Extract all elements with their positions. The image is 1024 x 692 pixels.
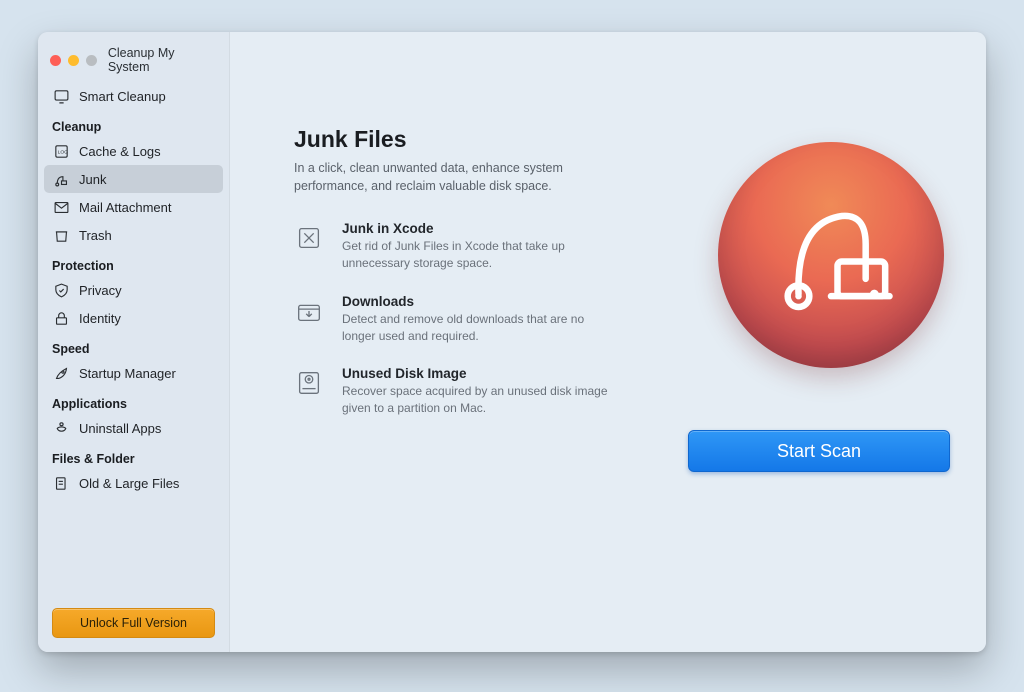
shield-icon: [52, 281, 70, 299]
svg-text:LOG: LOG: [57, 149, 68, 155]
log-icon: LOG: [52, 142, 70, 160]
section-head-cleanup: Cleanup: [38, 110, 229, 137]
rocket-icon: [52, 364, 70, 382]
sidebar-item-label: Startup Manager: [79, 366, 176, 381]
app-window: Cleanup My System Smart Cleanup Cleanup …: [38, 32, 986, 652]
disk-image-icon: [294, 368, 324, 398]
lock-icon: [52, 309, 70, 327]
sidebar: Cleanup My System Smart Cleanup Cleanup …: [38, 32, 230, 652]
files-icon: [52, 474, 70, 492]
sidebar-item-label: Cache & Logs: [79, 144, 161, 159]
window-controls: Cleanup My System: [38, 40, 229, 82]
sidebar-item-label: Privacy: [79, 283, 122, 298]
sidebar-item-trash[interactable]: Trash: [38, 221, 229, 249]
sidebar-item-label: Mail Attachment: [79, 200, 172, 215]
app-title: Cleanup My System: [108, 46, 219, 74]
section-head-applications: Applications: [38, 387, 229, 414]
minimize-window-icon[interactable]: [68, 55, 79, 66]
feature-desc: Recover space acquired by an unused disk…: [342, 383, 612, 417]
sidebar-item-privacy[interactable]: Privacy: [38, 276, 229, 304]
xcode-junk-icon: [294, 223, 324, 253]
apps-icon: [52, 419, 70, 437]
sidebar-item-label: Junk: [79, 172, 106, 187]
section-head-speed: Speed: [38, 332, 229, 359]
maximize-window-icon[interactable]: [86, 55, 97, 66]
sidebar-item-label: Smart Cleanup: [79, 89, 166, 104]
unlock-wrap: Unlock Full Version: [38, 594, 229, 652]
section-head-protection: Protection: [38, 249, 229, 276]
sidebar-item-startup-manager[interactable]: Startup Manager: [38, 359, 229, 387]
sidebar-item-label: Uninstall Apps: [79, 421, 161, 436]
download-box-icon: [294, 296, 324, 326]
feature-desc: Get rid of Junk Files in Xcode that take…: [342, 238, 612, 272]
feature-title: Junk in Xcode: [342, 221, 612, 236]
sidebar-item-mail-attachment[interactable]: Mail Attachment: [38, 193, 229, 221]
trash-icon: [52, 226, 70, 244]
feature-disk-image: Unused Disk Image Recover space acquired…: [294, 366, 694, 417]
hero-illustration: [718, 142, 944, 368]
sidebar-item-junk[interactable]: Junk: [44, 165, 223, 193]
section-head-files: Files & Folder: [38, 442, 229, 469]
start-scan-button[interactable]: Start Scan: [688, 430, 950, 472]
sidebar-item-label: Old & Large Files: [79, 476, 179, 491]
mail-icon: [52, 198, 70, 216]
close-window-icon[interactable]: [50, 55, 61, 66]
main-content: Junk Files In a click, clean unwanted da…: [230, 32, 986, 652]
monitor-icon: [52, 87, 70, 105]
feature-desc: Detect and remove old downloads that are…: [342, 311, 612, 345]
unlock-full-version-button[interactable]: Unlock Full Version: [52, 608, 215, 638]
page-subtitle: In a click, clean unwanted data, enhance…: [294, 159, 634, 195]
sidebar-item-cache-logs[interactable]: LOG Cache & Logs: [38, 137, 229, 165]
feature-downloads: Downloads Detect and remove old download…: [294, 294, 694, 345]
vacuum-large-icon: [766, 190, 896, 320]
sidebar-item-smart-cleanup[interactable]: Smart Cleanup: [38, 82, 229, 110]
feature-title: Downloads: [342, 294, 612, 309]
sidebar-item-label: Identity: [79, 311, 121, 326]
vacuum-icon: [52, 170, 70, 188]
feature-title: Unused Disk Image: [342, 366, 612, 381]
sidebar-item-identity[interactable]: Identity: [38, 304, 229, 332]
feature-xcode: Junk in Xcode Get rid of Junk Files in X…: [294, 221, 694, 272]
sidebar-item-uninstall-apps[interactable]: Uninstall Apps: [38, 414, 229, 442]
sidebar-item-label: Trash: [79, 228, 112, 243]
sidebar-item-old-large-files[interactable]: Old & Large Files: [38, 469, 229, 497]
